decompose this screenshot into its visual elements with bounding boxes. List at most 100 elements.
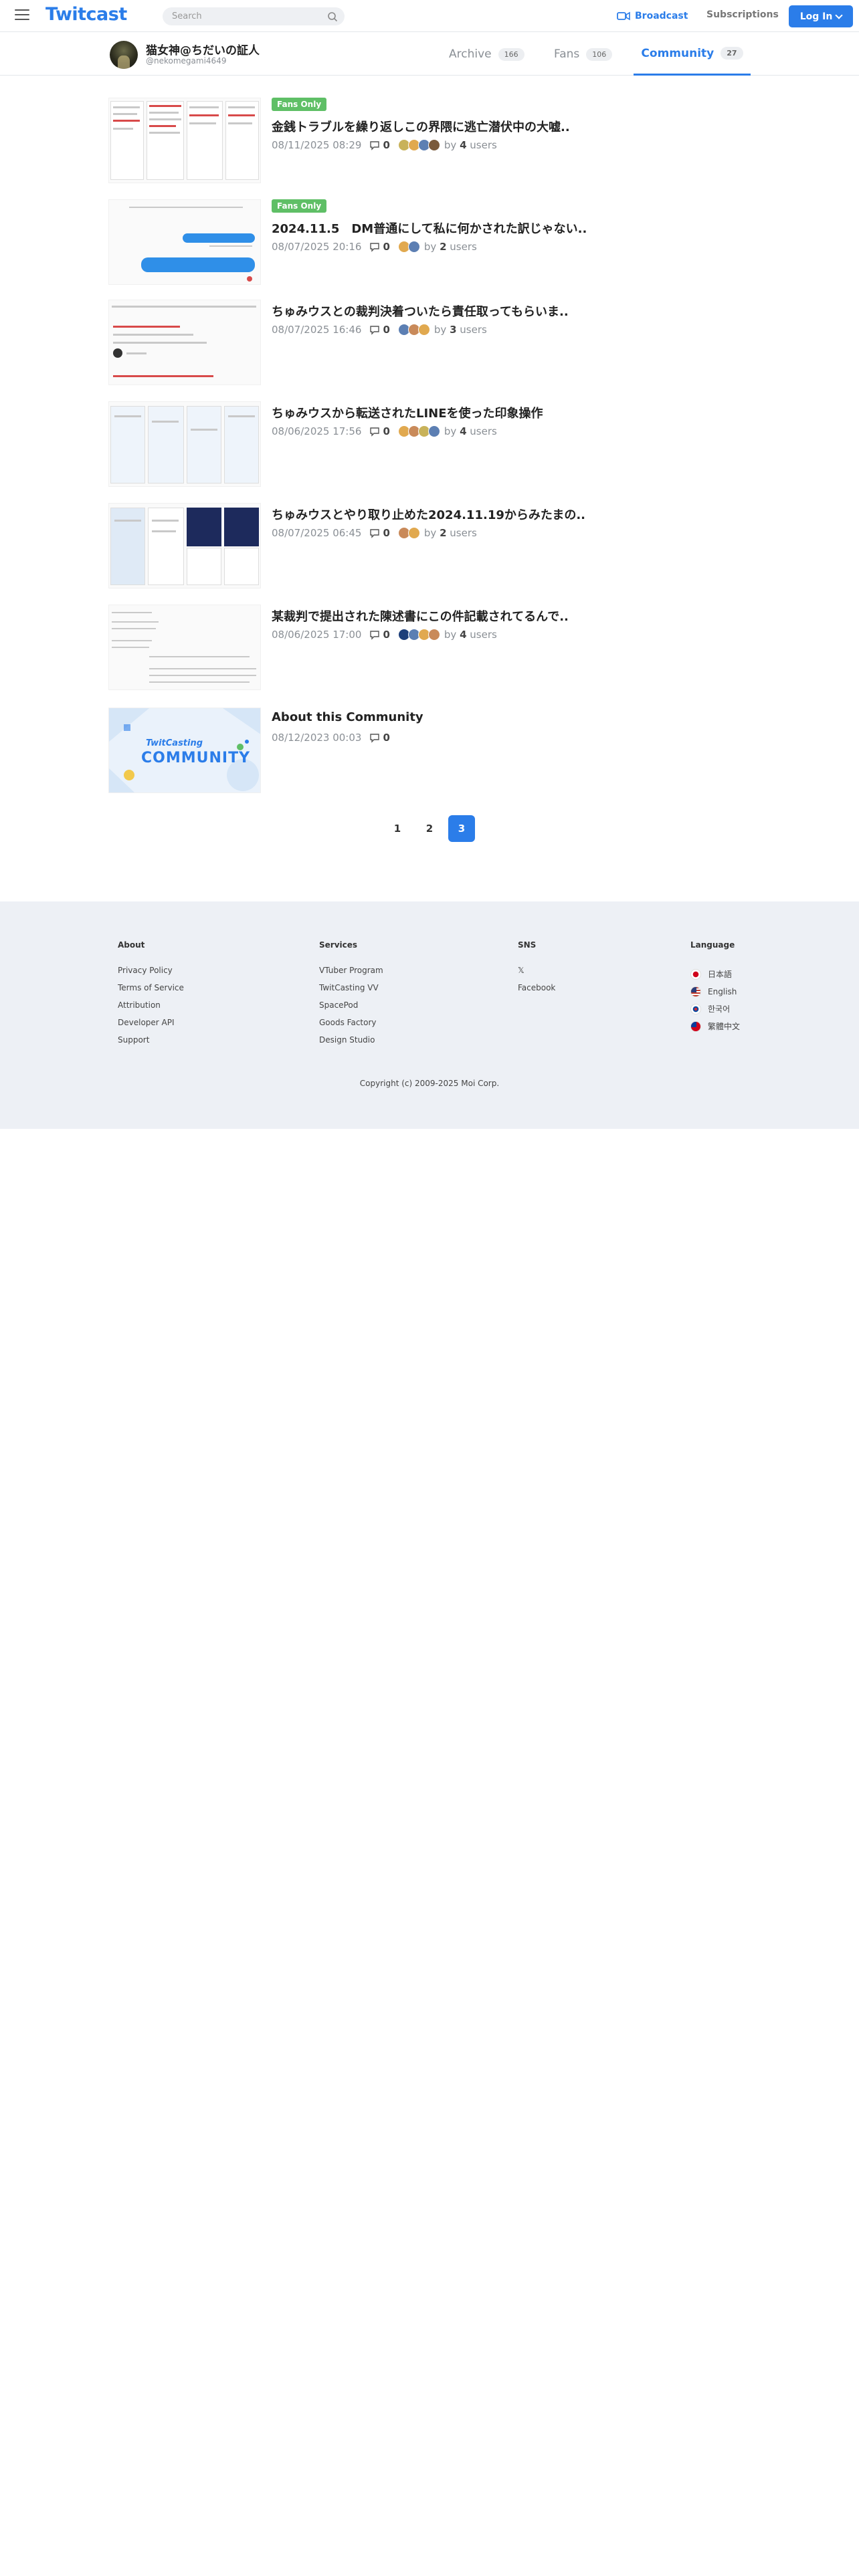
post-title[interactable]: ちゅみウスとの裁判決着ついたら責任取ってもらいま.. [272,302,569,320]
post-thumbnail[interactable] [108,605,261,690]
post-date: 08/07/2025 16:46 [272,324,362,336]
page-3-button[interactable]: 3 [448,815,475,842]
comment-icon [370,528,380,538]
vtuber-program-link[interactable]: VTuber Program [319,966,383,983]
user-avatar [417,324,430,336]
footer-heading: Language [690,940,735,950]
korea-flag-icon [690,1004,701,1014]
language-traditional-chinese[interactable]: 繁體中文 [690,1018,740,1035]
user-avatar [427,425,440,437]
language-english[interactable]: English [690,983,740,1000]
tab-community[interactable]: Community 27 [634,33,751,76]
post-thumbnail[interactable]: TwitCasting COMMUNITY [108,708,261,793]
privacy-policy-link[interactable]: Privacy Policy [118,966,184,983]
comment-count: 0 [369,324,390,336]
profile-id: @nekomegami4649 [146,56,227,66]
post-thumbnail[interactable] [108,300,261,385]
tab-label: Community [641,46,714,60]
post-date: 08/11/2025 08:29 [272,139,362,151]
broadcast-label: Broadcast [635,11,688,21]
supporter-avatars [397,324,430,336]
comment-count: 0 [369,732,390,744]
developer-api-link[interactable]: Developer API [118,1018,184,1035]
community-word: COMMUNITY [141,750,251,766]
comment-count: 0 [369,527,390,539]
tab-count: 166 [498,47,524,61]
us-flag-icon [690,986,701,997]
avatar[interactable] [110,41,138,69]
subscriptions-link[interactable]: Subscriptions [706,9,779,20]
camera-icon [617,11,630,21]
supporter-avatars [397,527,420,539]
tab-archive[interactable]: Archive 166 [449,33,524,76]
post-thumbnail[interactable] [108,503,261,588]
copyright: Copyright (c) 2009-2025 Moi Corp. [359,1079,500,1088]
design-studio-link[interactable]: Design Studio [319,1035,383,1053]
profile-name[interactable]: 猫女神@ちだいの証人 [146,41,260,58]
twitcasting-brand: TwitCasting [146,738,203,748]
search-box [163,7,345,25]
comment-count: 0 [369,425,390,437]
footer-language: Language 日本語 English 한국어 繁體中文 [690,940,740,1035]
profile-bar: 猫女神@ちだいの証人 @nekomegami4649 Archive 166 F… [0,33,859,76]
comment-count: 0 [369,629,390,641]
tab-count: 106 [586,47,613,61]
page-1-button[interactable]: 1 [384,815,411,842]
facebook-link[interactable]: Facebook [518,983,555,1000]
site-logo[interactable]: Twitcast [45,4,127,25]
post-item[interactable]: Fans Only 金銭トラブルを繰り返しこの界隈に逃亡潜伏中の大嘘.. 08/… [108,98,751,185]
post-item[interactable]: ちゅみウスから転送されたLINEを使った印象操作 08/06/2025 17:5… [108,401,751,488]
post-thumbnail[interactable] [108,401,261,487]
post-meta: 08/07/2025 20:16 0 by 2 users [272,241,477,253]
top-header: Twitcast Broadcast Subscriptions Log In [0,0,859,32]
search-input[interactable] [163,7,316,25]
post-title[interactable]: About this Community [272,710,423,724]
footer-sns: SNS 𝕏 Facebook [518,940,555,1000]
goods-factory-link[interactable]: Goods Factory [319,1018,383,1035]
x-link[interactable]: 𝕏 [518,966,555,983]
supporter-avatars [397,425,440,437]
post-thumbnail[interactable] [108,199,261,285]
user-avatar [427,629,440,641]
attribution-link[interactable]: Attribution [118,1000,184,1018]
footer-heading: About [118,940,145,950]
post-date: 08/12/2023 00:03 [272,732,362,744]
post-item[interactable]: ちゅみウスとの裁判決着ついたら責任取ってもらいま.. 08/07/2025 16… [108,300,751,387]
comment-icon [370,427,380,437]
taiwan-flag-icon [690,1021,701,1032]
page-2-button[interactable]: 2 [416,815,443,842]
post-meta: 08/07/2025 06:45 0 by 2 users [272,527,477,539]
language-korean[interactable]: 한국어 [690,1000,740,1018]
comment-icon [370,325,380,335]
post-meta: 08/07/2025 16:46 0 by 3 users [272,324,487,336]
chevron-down-icon [835,11,843,19]
post-title[interactable]: 2024.11.5 DM普通にして私に何かされた訳じゃない.. [272,219,587,237]
twitcasting-vv-link[interactable]: TwitCasting VV [319,983,383,1000]
spacepod-link[interactable]: SpacePod [319,1000,383,1018]
login-button[interactable]: Log In [789,5,853,27]
post-item[interactable]: TwitCasting COMMUNITY About this Communi… [108,708,751,794]
tab-fans[interactable]: Fans 106 [554,33,613,76]
post-meta: 08/11/2025 08:29 0 by 4 users [272,139,497,151]
post-item[interactable]: ちゅみウスとやり取り止めた2024.11.19からみたまの.. 08/07/20… [108,503,751,590]
broadcast-button[interactable]: Broadcast [617,8,688,24]
search-icon[interactable] [327,11,338,22]
post-title[interactable]: ちゅみウスとやり取り止めた2024.11.19からみたまの.. [272,506,585,523]
post-item[interactable]: 某裁判で提出された陳述書にこの件記載されてるんで.. 08/06/2025 17… [108,605,751,691]
supporter-avatars [397,241,420,253]
users-count: by 2 users [423,527,477,539]
post-item[interactable]: Fans Only 2024.11.5 DM普通にして私に何かされた訳じゃない.… [108,199,751,286]
comment-icon [370,733,380,743]
comment-count: 0 [369,139,390,151]
menu-icon[interactable] [15,9,29,21]
footer-heading: SNS [518,940,537,950]
post-title[interactable]: 金銭トラブルを繰り返しこの界隈に逃亡潜伏中の大嘘.. [272,118,570,135]
post-title[interactable]: ちゅみウスから転送されたLINEを使った印象操作 [272,404,543,421]
terms-link[interactable]: Terms of Service [118,983,184,1000]
post-thumbnail[interactable] [108,98,261,183]
post-meta: 08/06/2025 17:56 0 by 4 users [272,425,497,437]
support-link[interactable]: Support [118,1035,184,1053]
user-avatar [427,139,440,151]
language-japanese[interactable]: 日本語 [690,966,740,983]
post-title[interactable]: 某裁判で提出された陳述書にこの件記載されてるんで.. [272,607,569,625]
